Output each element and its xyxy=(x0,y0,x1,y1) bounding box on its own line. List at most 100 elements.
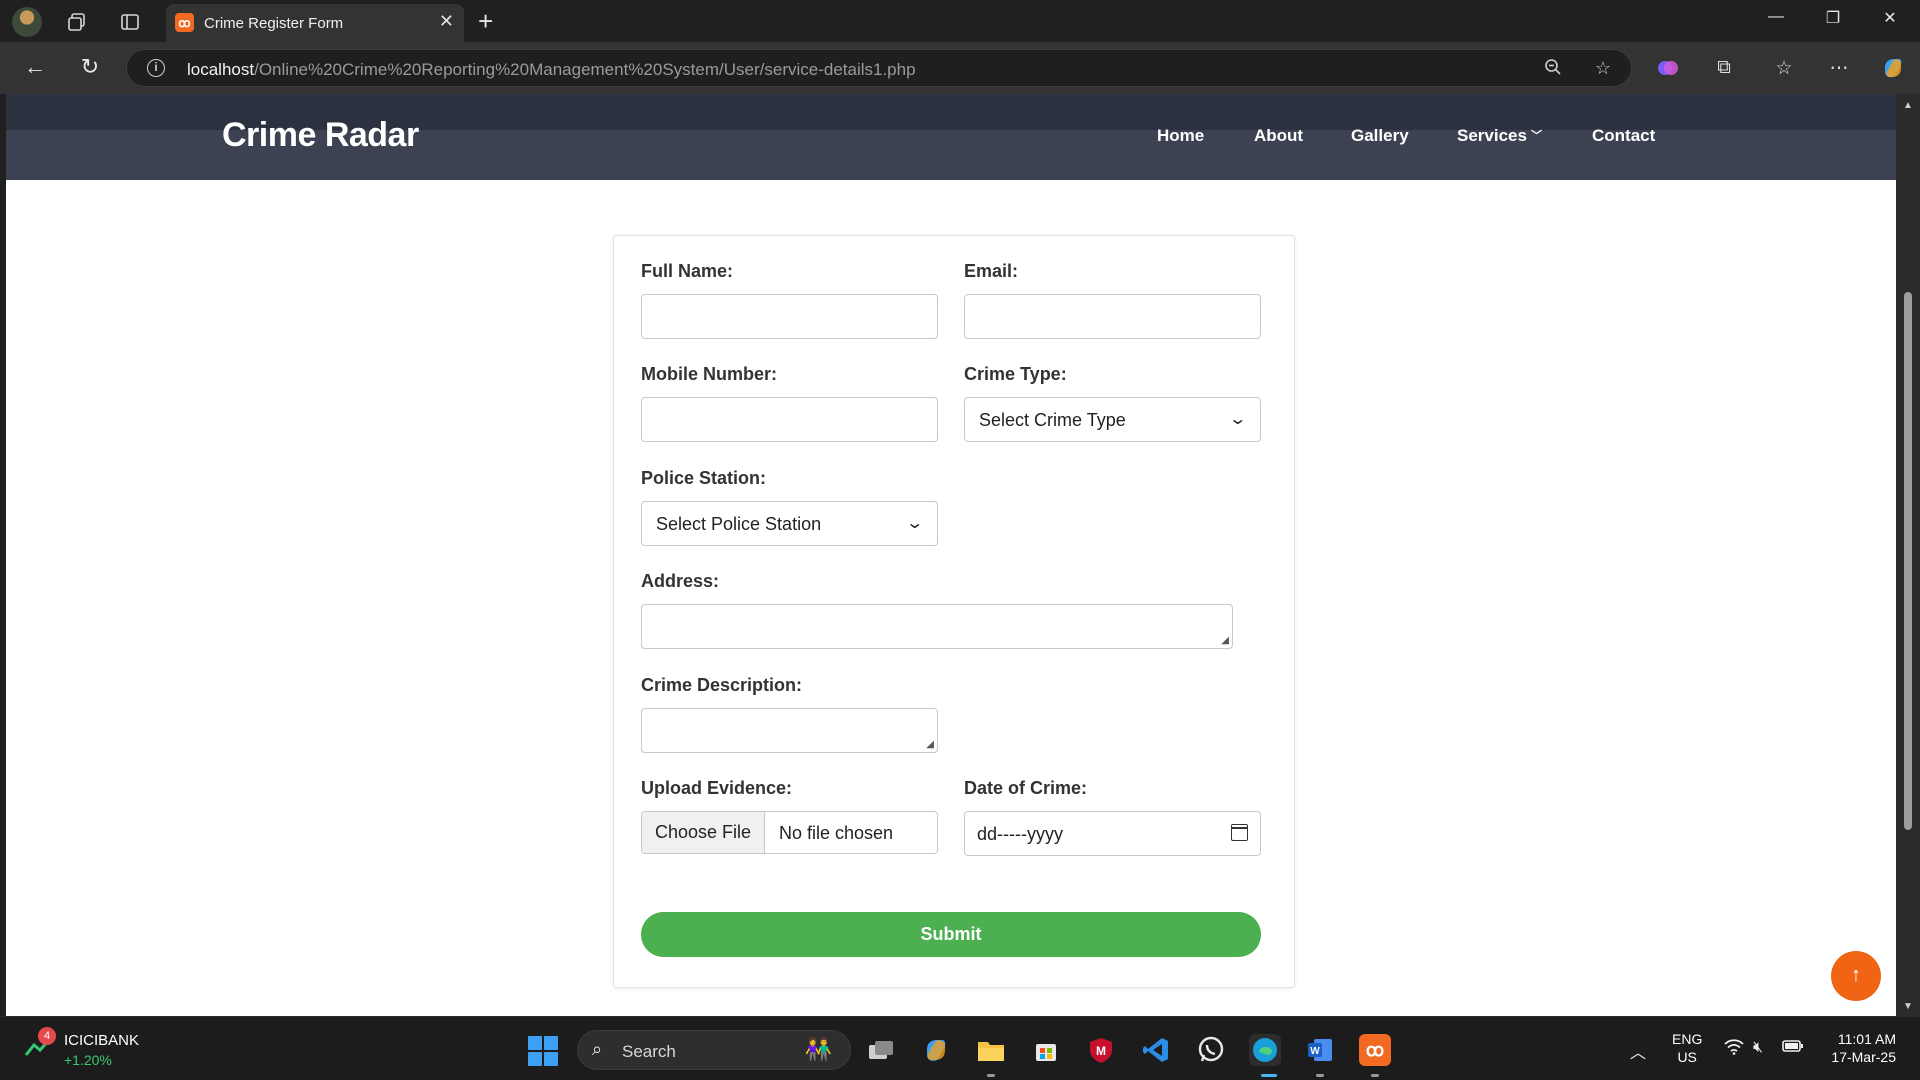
favorites-icon[interactable]: ☆ xyxy=(1770,54,1798,82)
page-viewport: Crime Radar Home About Gallery Services ﹀… xyxy=(6,94,1896,1016)
restore-icon[interactable]: ❐ xyxy=(1813,8,1853,28)
calendar-icon[interactable] xyxy=(1231,824,1248,841)
scroll-to-top-button[interactable]: ↑ xyxy=(1831,951,1881,1001)
full-name-label: Full Name: xyxy=(641,261,734,281)
nav-home[interactable]: Home xyxy=(1157,126,1204,146)
xampp-favicon-icon: ꝏ xyxy=(175,13,194,32)
minimize-icon[interactable]: — xyxy=(1756,8,1796,26)
refresh-icon[interactable]: ↻ xyxy=(75,54,105,80)
date-label: Date of Crime: xyxy=(964,778,1088,798)
nav-services-label: Services xyxy=(1457,126,1527,145)
stock-name[interactable]: ICICIBANK xyxy=(64,1032,139,1049)
svg-text:W: W xyxy=(1310,1046,1320,1057)
full-name-input[interactable] xyxy=(641,294,938,339)
xampp-icon[interactable]: ꝏ xyxy=(1359,1034,1391,1066)
police-station-value: Select Police Station xyxy=(656,514,822,534)
running-indicator xyxy=(987,1074,995,1077)
crime-type-label: Crime Type: xyxy=(964,364,1067,384)
mobile-label: Mobile Number: xyxy=(641,364,778,384)
profile-avatar[interactable] xyxy=(12,7,42,37)
extensions-icon[interactable]: ⧉ xyxy=(1710,54,1738,82)
copilot-app-icon[interactable] xyxy=(920,1034,952,1066)
more-options-icon[interactable]: ⋯ xyxy=(1825,54,1853,82)
new-tab-icon[interactable]: + xyxy=(478,6,493,37)
resize-grip-icon[interactable]: ◢ xyxy=(926,739,934,750)
scrollbar-thumb[interactable] xyxy=(1904,292,1912,830)
windows-taskbar: 4 ICICIBANK +1.20% ⌕ Search 👫 M W ꝏ ︿ EN… xyxy=(0,1016,1920,1080)
nav-gallery[interactable]: Gallery xyxy=(1351,126,1409,146)
battery-icon[interactable] xyxy=(1782,1039,1804,1058)
date-placeholder: dd-----yyyy xyxy=(977,824,1063,844)
clock-date: 17-Mar-25 xyxy=(1831,1049,1896,1065)
wifi-icon[interactable] xyxy=(1724,1039,1744,1060)
vscode-icon[interactable] xyxy=(1140,1034,1172,1066)
tray-overflow-chevron-icon[interactable]: ︿ xyxy=(1630,1039,1646,1063)
window-close-icon[interactable]: ✕ xyxy=(1870,8,1910,28)
mcafee-icon[interactable]: M xyxy=(1085,1034,1117,1066)
url-path: /Online%20Crime%20Reporting%20Management… xyxy=(254,60,916,79)
browser-tab-bar: ꝏ Crime Register Form ✕ + — ❐ ✕ xyxy=(0,0,1920,42)
search-highlight-icon: 👫 xyxy=(804,1037,832,1062)
police-station-select[interactable]: Select Police Station ⌄ xyxy=(641,501,938,546)
description-label: Crime Description: xyxy=(641,675,803,695)
copilot-brain-icon[interactable] xyxy=(1654,54,1682,82)
vertical-tabs-icon[interactable] xyxy=(117,9,143,35)
browser-toolbar: ← ↻ i localhost/Online%20Crime%20Reporti… xyxy=(0,42,1920,94)
chevron-down-icon: ⌄ xyxy=(1227,411,1247,428)
stock-change: +1.20% xyxy=(64,1052,112,1068)
evidence-file-input[interactable]: Choose File No file chosen xyxy=(641,811,938,854)
crime-type-select[interactable]: Select Crime Type ⌄ xyxy=(964,397,1261,442)
email-input[interactable] xyxy=(964,294,1261,339)
language-indicator[interactable]: ENG US xyxy=(1672,1030,1702,1066)
region-code: US xyxy=(1677,1049,1697,1065)
crime-register-form: Full Name: Email: Mobile Number: Crime T… xyxy=(613,235,1295,988)
windows-start-icon[interactable] xyxy=(528,1036,558,1066)
description-textarea[interactable]: ◢ xyxy=(641,708,938,753)
workspaces-icon[interactable] xyxy=(64,9,90,35)
scroll-down-icon[interactable]: ▼ xyxy=(1903,1001,1913,1012)
zoom-icon[interactable] xyxy=(1540,58,1566,81)
crime-type-value: Select Crime Type xyxy=(979,410,1126,430)
address-bar[interactable]: i localhost/Online%20Crime%20Reporting%2… xyxy=(126,49,1632,87)
scroll-up-icon[interactable]: ▲ xyxy=(1903,100,1913,111)
running-indicator xyxy=(1316,1074,1324,1077)
address-label: Address: xyxy=(641,571,720,591)
nav-contact[interactable]: Contact xyxy=(1592,126,1655,146)
copilot-icon[interactable] xyxy=(1879,54,1907,82)
task-view-icon[interactable] xyxy=(865,1034,897,1066)
site-info-icon[interactable]: i xyxy=(147,59,165,77)
police-station-label: Police Station: xyxy=(641,468,767,488)
favorite-star-icon[interactable]: ☆ xyxy=(1590,58,1616,79)
system-clock[interactable]: 11:01 AM 17-Mar-25 xyxy=(1822,1030,1896,1066)
language-code: ENG xyxy=(1672,1031,1703,1047)
file-explorer-icon[interactable] xyxy=(975,1034,1007,1066)
taskbar-search-text: Search xyxy=(622,1042,676,1061)
page-scrollbar[interactable]: ▲ ▼ xyxy=(1896,94,1920,1016)
volume-muted-icon[interactable]: 🔇︎ xyxy=(1753,1039,1763,1057)
chevron-down-icon: ⌄ xyxy=(904,515,924,532)
microsoft-store-icon[interactable] xyxy=(1030,1034,1062,1066)
mobile-input[interactable] xyxy=(641,397,938,442)
whatsapp-icon[interactable] xyxy=(1195,1034,1227,1066)
edge-icon[interactable] xyxy=(1249,1034,1281,1066)
active-tab[interactable]: ꝏ Crime Register Form ✕ xyxy=(166,4,464,42)
choose-file-button[interactable]: Choose File xyxy=(642,812,765,853)
back-icon[interactable]: ← xyxy=(20,54,50,80)
word-icon[interactable]: W xyxy=(1304,1034,1336,1066)
taskbar-search[interactable]: ⌕ Search 👫 xyxy=(577,1030,851,1070)
nav-about[interactable]: About xyxy=(1254,126,1303,146)
date-input[interactable]: dd-----yyyy xyxy=(964,811,1261,856)
site-brand[interactable]: Crime Radar xyxy=(222,116,419,155)
search-icon: ⌕ xyxy=(592,1039,603,1059)
chevron-down-icon: ﹀ xyxy=(1530,130,1542,142)
submit-button[interactable]: Submit xyxy=(641,912,1261,957)
stock-notification-badge: 4 xyxy=(38,1027,56,1045)
running-indicator xyxy=(1371,1074,1379,1077)
address-textarea[interactable]: ◢ xyxy=(641,604,1233,649)
resize-grip-icon[interactable]: ◢ xyxy=(1221,635,1229,646)
nav-services[interactable]: Services ﹀ xyxy=(1457,126,1542,146)
url-text: localhost/Online%20Crime%20Reporting%20M… xyxy=(187,60,916,80)
email-label: Email: xyxy=(964,261,1019,281)
evidence-label: Upload Evidence: xyxy=(641,778,793,798)
tab-close-icon[interactable]: ✕ xyxy=(439,11,454,32)
